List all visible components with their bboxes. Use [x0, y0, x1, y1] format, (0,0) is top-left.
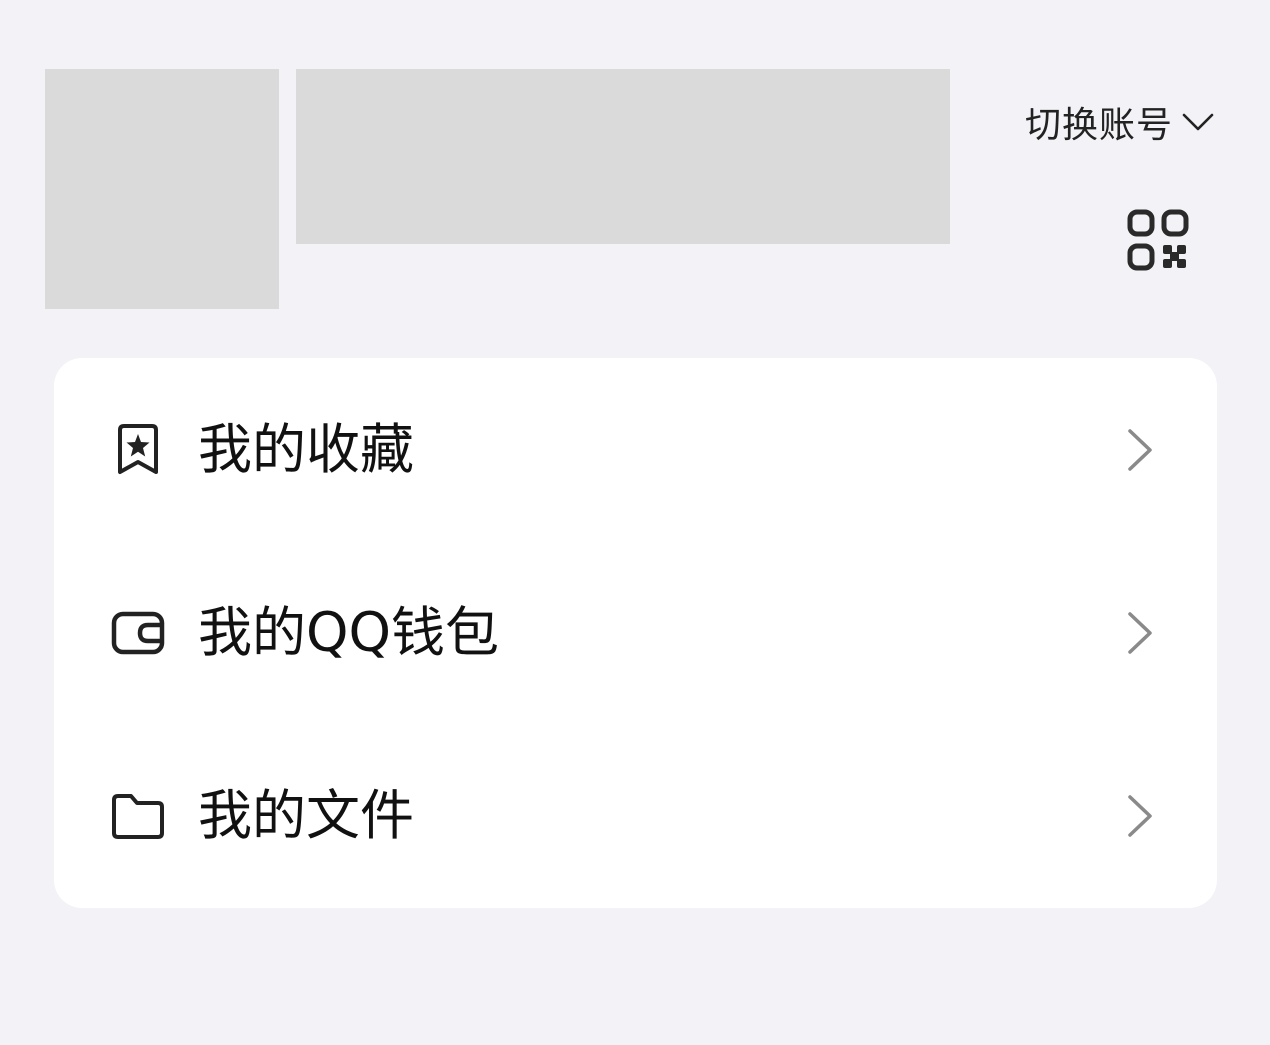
menu-item-qq-wallet[interactable]: 我的QQ钱包	[54, 541, 1217, 724]
chevron-right-icon	[1128, 795, 1152, 837]
qr-code-icon[interactable]	[1126, 208, 1190, 272]
menu-item-label: 我的文件	[198, 784, 414, 847]
switch-account-button[interactable]: 切换账号	[1025, 96, 1215, 148]
avatar[interactable]	[45, 69, 279, 309]
chevron-right-icon	[1128, 612, 1152, 654]
menu-item-files[interactable]: 我的文件	[54, 724, 1217, 907]
menu-item-favorites[interactable]: 我的收藏	[54, 358, 1217, 541]
bookmark-star-icon	[118, 424, 158, 474]
menu-item-label: 我的QQ钱包	[198, 601, 500, 664]
wallet-icon	[111, 611, 165, 655]
switch-account-label: 切换账号	[1024, 105, 1173, 146]
menu-item-label: 我的收藏	[198, 418, 414, 481]
menu-card: 我的收藏 我的QQ钱包 我的文件	[54, 358, 1217, 908]
chevron-down-icon	[1182, 113, 1214, 131]
folder-icon	[112, 794, 164, 839]
profile-name-placeholder[interactable]	[296, 69, 950, 244]
chevron-right-icon	[1128, 429, 1152, 471]
